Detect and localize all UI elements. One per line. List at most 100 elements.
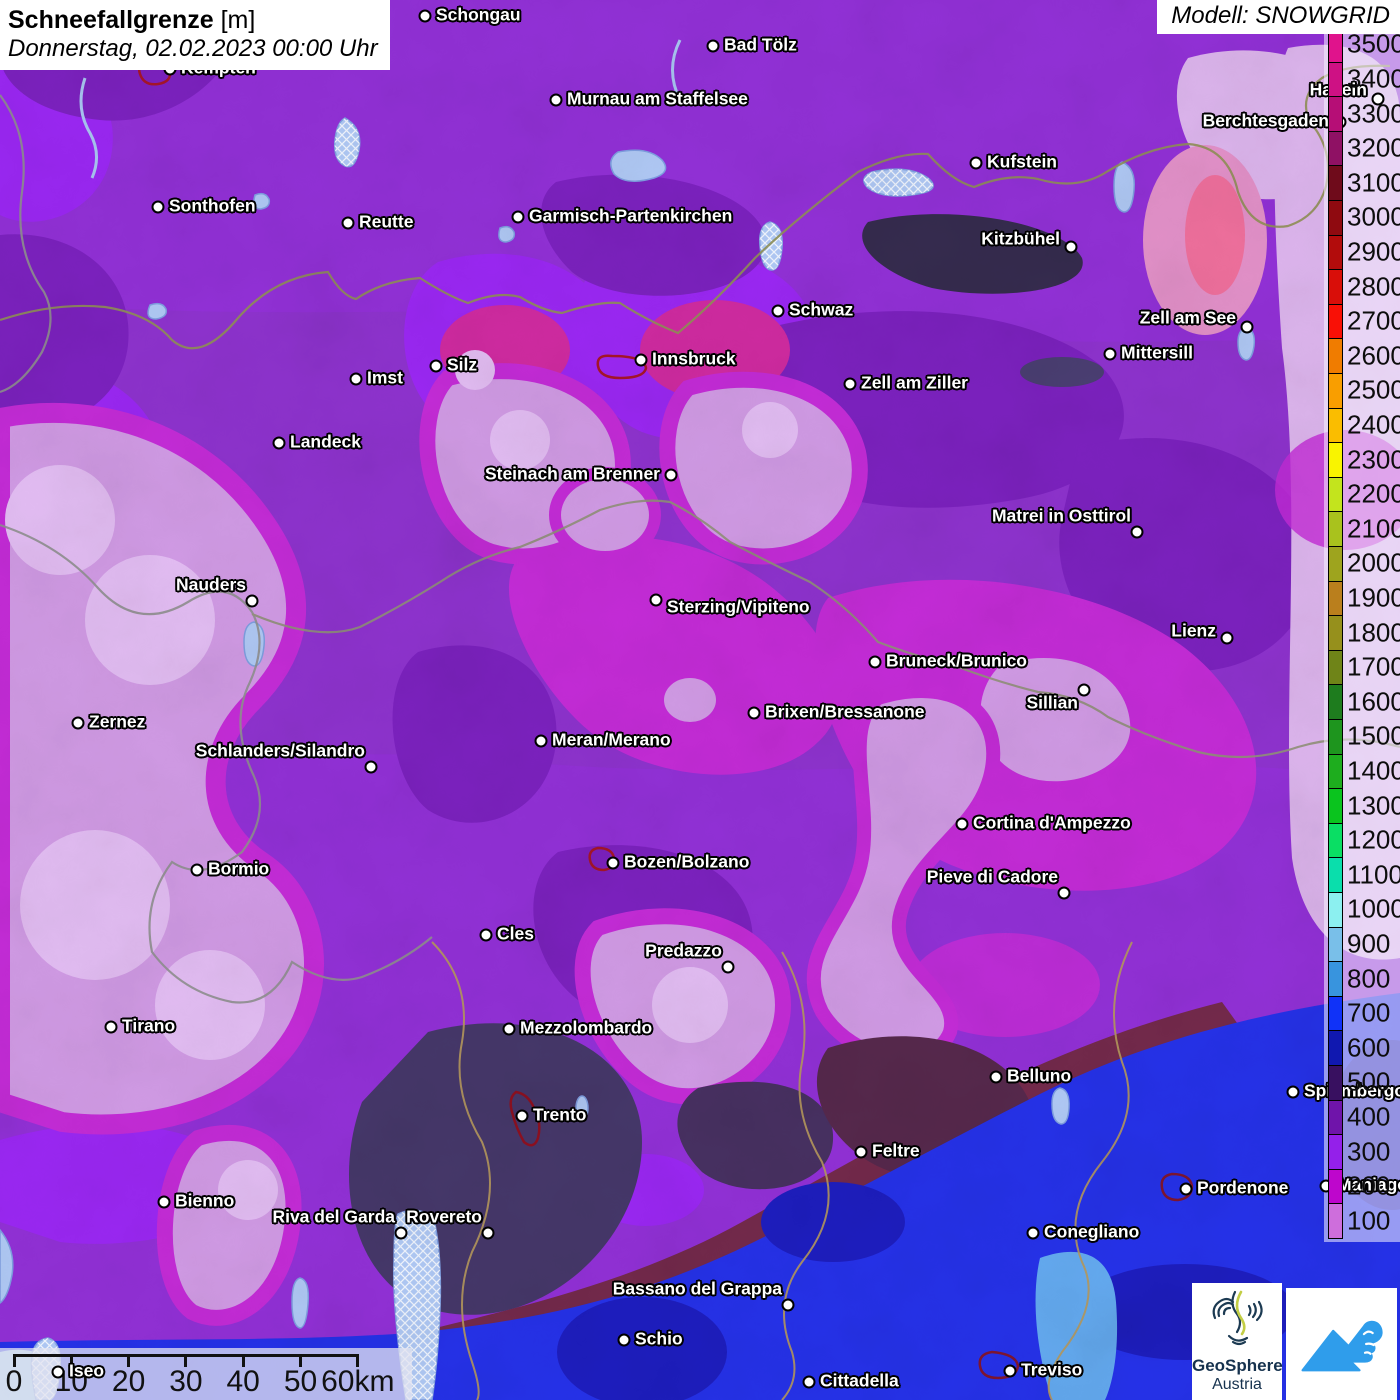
legend-color-swatch [1328,477,1343,513]
city-marker-layer: SchongauBad TölzKemptenMurnau am Staffel… [0,0,1400,1400]
legend-value-label: 1500 [1347,721,1400,752]
city-label: Schio [635,1328,683,1349]
city-label: Mittersill [1121,342,1193,363]
partner-logo [1286,1288,1397,1400]
city-dot-icon [365,761,378,774]
city-label: Innsbruck [652,348,736,369]
city-label: Mezzolombardo [520,1017,652,1038]
city-label: Cles [497,923,534,944]
legend-color-swatch [1328,857,1343,893]
city-dot-icon [1221,632,1234,645]
legend-color-swatch [1328,442,1343,478]
city-label: Tirano [122,1015,175,1036]
city-label: Iseo [69,1360,104,1381]
city-label: Schongau [436,4,521,25]
legend-color-swatch [1328,511,1343,547]
city-label: Lienz [1171,620,1216,641]
city-label: Silz [447,354,477,375]
legend-color-swatch [1328,684,1343,720]
model-label: Modell: SNOWGRID [1157,0,1400,34]
legend-color-swatch [1328,1134,1343,1170]
city-dot-icon [1104,348,1117,361]
city-dot-icon [419,10,432,23]
city-dot-icon [512,211,525,224]
city-dot-icon [158,1196,171,1209]
city-dot-icon [550,94,563,107]
city-dot-icon [191,864,204,877]
city-dot-icon [803,1376,816,1389]
legend-color-swatch [1328,62,1343,98]
city-label: Riva del Garda [272,1206,395,1227]
legend-value-label: 2900 [1347,236,1400,267]
city-label: Feltre [872,1140,920,1161]
legend-color-swatch [1328,996,1343,1032]
legend-value-label: 700 [1347,998,1390,1029]
legend-value-label: 1200 [1347,825,1400,856]
legend-value-label: 3000 [1347,202,1400,233]
city-dot-icon [618,1334,631,1347]
legend-value-label: 2200 [1347,479,1400,510]
city-label: Predazzo [645,940,722,961]
legend-value-label: 2700 [1347,306,1400,337]
geosphere-contour-icon [1205,1283,1269,1349]
city-dot-icon [152,201,165,214]
map-datetime: Donnerstag, 02.02.2023 00:00 Uhr [8,35,378,63]
city-label: Sonthofen [169,195,256,216]
legend-color-swatch [1328,165,1343,201]
city-label: Kufstein [987,151,1057,172]
city-dot-icon [855,1146,868,1159]
legend-value-label: 1900 [1347,582,1400,613]
legend-value-label: 3200 [1347,133,1400,164]
city-label: Zernez [89,711,145,732]
legend-color-swatch [1328,235,1343,271]
city-label: Murnau am Staffelsee [567,88,748,109]
legend-value-label: 1400 [1347,755,1400,786]
legend-color-swatch [1328,269,1343,305]
city-label: Sillian [1026,692,1078,713]
city-label: Bassano del Grappa [613,1278,782,1299]
city-dot-icon [72,717,85,730]
geosphere-logo: GeoSphere Austria [1192,1283,1282,1400]
legend-value-label: 3400 [1347,63,1400,94]
city-label: Matrei in Osttirol [992,505,1131,526]
legend-color-swatch [1328,581,1343,617]
city-label: Bozen/Bolzano [624,851,749,872]
legend-color-swatch [1328,823,1343,859]
city-label: Cortina d'Ampezzo [973,812,1131,833]
city-dot-icon [1065,241,1078,254]
city-dot-icon [395,1227,408,1240]
map-title-box: Schneefallgrenze [m] Donnerstag, 02.02.2… [0,0,390,70]
city-label: Nauders [176,574,246,595]
city-label: Conegliano [1044,1221,1139,1242]
legend-value-label: 2300 [1347,444,1400,475]
legend-color-swatch [1328,131,1343,167]
legend-value-label: 3100 [1347,167,1400,198]
city-dot-icon [1131,526,1144,539]
city-label: Garmisch-Partenkirchen [529,205,732,226]
city-dot-icon [1241,321,1254,334]
city-label: Cittadella [820,1370,899,1391]
city-label: Bienno [175,1190,234,1211]
city-dot-icon [1180,1183,1193,1196]
city-label: Treviso [1021,1359,1082,1380]
city-label: Steinach am Brenner [485,463,660,484]
city-dot-icon [273,437,286,450]
city-dot-icon [748,707,761,720]
city-label: Zell am See [1140,307,1236,328]
legend-value-label: 2800 [1347,271,1400,302]
city-label: Imst [367,367,403,388]
legend-value-label: 2500 [1347,375,1400,406]
city-dot-icon [430,360,443,373]
legend-color-swatch [1328,892,1343,928]
city-dot-icon [707,40,720,53]
legend-color-swatch [1328,373,1343,409]
legend-value-label: 2600 [1347,340,1400,371]
legend-value-label: 300 [1347,1136,1390,1167]
city-label: Kitzbühel [981,228,1060,249]
city-dot-icon [1058,887,1071,900]
legend-color-swatch [1328,615,1343,651]
city-dot-icon [503,1023,516,1036]
legend-value-label: 1700 [1347,652,1400,683]
legend-value-label: 800 [1347,963,1390,994]
city-label: Schlanders/Silandro [196,740,365,761]
